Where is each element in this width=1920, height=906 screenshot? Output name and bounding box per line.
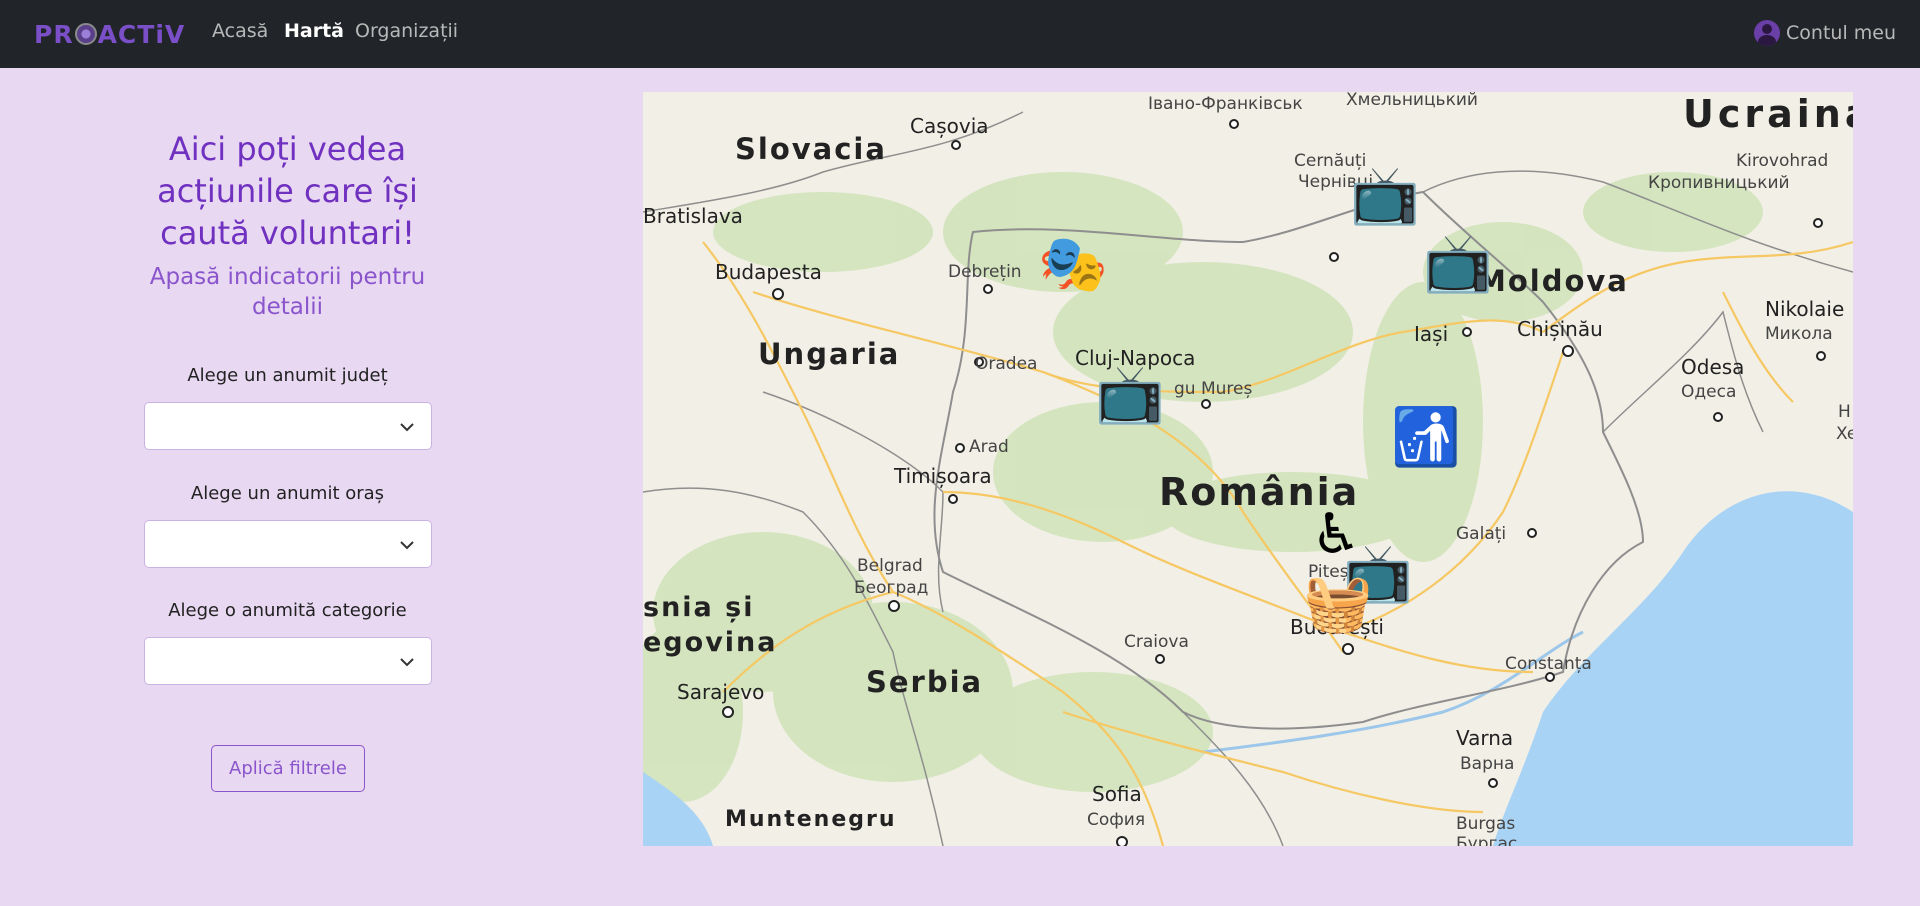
map-label-ucraina: Ucraina xyxy=(1683,92,1853,136)
map-label-budapesta: Budapesta xyxy=(715,260,822,284)
map-label-h: H xyxy=(1838,402,1851,422)
map-marker-basket-icon[interactable]: 🧺 xyxy=(1303,576,1373,632)
map-label-sofia-cyr: София xyxy=(1087,810,1146,830)
map-label-timisoara: Timișoara xyxy=(894,464,992,488)
account-menu[interactable]: Contul meu xyxy=(1754,20,1896,46)
map-label-casovia: Cașovia xyxy=(910,114,989,138)
map-label-ivano-frankivsk: Івано-Франківськ xyxy=(1148,94,1303,114)
map-marker-tv-icon[interactable]: 📺 xyxy=(1350,168,1420,224)
map-label-chisinau: Chișinău xyxy=(1517,317,1603,341)
map-label-targu-mures: gu Mureș xyxy=(1174,379,1253,399)
map-label-kirovohrad: Kirovohrad xyxy=(1736,151,1829,171)
map-marker-tv-icon[interactable]: 📺 xyxy=(1095,367,1165,423)
chevron-down-icon xyxy=(400,423,414,432)
top-navbar: PR ACTiV Acasă Hartă Organizații Contul m… xyxy=(0,0,1920,68)
map-label-craiova: Craiova xyxy=(1124,632,1189,652)
user-avatar-icon xyxy=(1754,20,1781,46)
map-label-mykolaiv: Микола xyxy=(1765,324,1833,344)
map-label-varna: Varna xyxy=(1456,726,1514,750)
nav-link-harta[interactable]: Hartă xyxy=(284,20,344,42)
page-subheadline: Apasă indicatorii pentru detalii xyxy=(149,264,426,320)
map-label-slovacia: Slovacia xyxy=(735,132,887,166)
page-headline: Aici poți vedea acțiunile care își caută… xyxy=(157,130,418,252)
map-marker-recycle-icon[interactable]: 🚮 xyxy=(1391,410,1461,466)
map-label-moldova: Moldova xyxy=(1477,264,1629,298)
city-filter-label: Alege un anumit oraș xyxy=(190,483,385,504)
map-label-odesa-cyr: Одеса xyxy=(1681,382,1737,402)
chevron-down-icon xyxy=(400,658,414,667)
nav-link-organizatii[interactable]: Organizații xyxy=(355,20,458,42)
map-label-ungaria: Ungaria xyxy=(758,337,901,371)
map-label-muntenegru: Muntenegru xyxy=(725,807,897,832)
map-label-odesa: Odesa xyxy=(1681,355,1745,379)
county-select[interactable] xyxy=(144,402,432,450)
map-label-burgas-cyr: Бургас xyxy=(1456,834,1518,846)
map-label-burgas: Burgas xyxy=(1456,814,1516,834)
map-label-varna-cyr: Варна xyxy=(1460,754,1515,774)
map-label-bosnia: snia și xyxy=(643,592,755,623)
logo-globe-icon xyxy=(74,23,97,45)
map-label-beograd: Београд xyxy=(854,578,929,598)
map-label-arad: Arad xyxy=(969,437,1009,457)
map-label-bratislava: Bratislava xyxy=(643,204,743,228)
map-label-nikolaiev: Nikolaie xyxy=(1765,297,1845,321)
map-label-debretin: Debrețin xyxy=(948,262,1022,282)
apply-filters-button[interactable]: Aplică filtrele xyxy=(211,745,365,792)
map-label-kropyvnytskyi: Кропивницький xyxy=(1648,173,1790,193)
brand-prefix: PR xyxy=(34,19,74,49)
category-filter-label: Alege o anumită categorie xyxy=(168,600,407,621)
brand-suffix: ACTiV xyxy=(97,19,186,49)
brand-logo[interactable]: PR ACTiV xyxy=(34,18,185,50)
map-label-iasi: Iași xyxy=(1414,322,1449,346)
map-label-constanta: Constanța xyxy=(1505,654,1592,674)
map-marker-tv-icon[interactable]: 📺 xyxy=(1423,236,1493,292)
category-select[interactable] xyxy=(144,637,432,685)
map-label-galati: Galați xyxy=(1456,524,1507,544)
city-select[interactable] xyxy=(144,520,432,568)
map-label-serbia: Serbia xyxy=(866,665,984,699)
county-filter-label: Alege un anumit județ xyxy=(187,365,388,386)
map-marker-theatre-icon[interactable]: 🎭 xyxy=(1038,237,1108,293)
map-label-sarajevo: Sarajevo xyxy=(677,680,765,704)
volunteer-map[interactable]: Slovacia Ungaria România Moldova Ucraina… xyxy=(643,92,1853,846)
nav-link-acasa[interactable]: Acasă xyxy=(212,20,268,42)
chevron-down-icon xyxy=(400,541,414,550)
map-label-belgrad: Belgrad xyxy=(857,556,923,576)
account-label: Contul meu xyxy=(1786,22,1896,44)
map-base xyxy=(643,92,1853,846)
map-label-khmelnytskyi: Хмельницький xyxy=(1346,92,1478,110)
map-label-xe: Xe xyxy=(1836,424,1853,444)
map-label-oradea: Oradea xyxy=(975,354,1038,374)
map-label-hertegovina: egovina xyxy=(643,627,778,658)
map-label-sofia: Sofia xyxy=(1092,782,1142,806)
